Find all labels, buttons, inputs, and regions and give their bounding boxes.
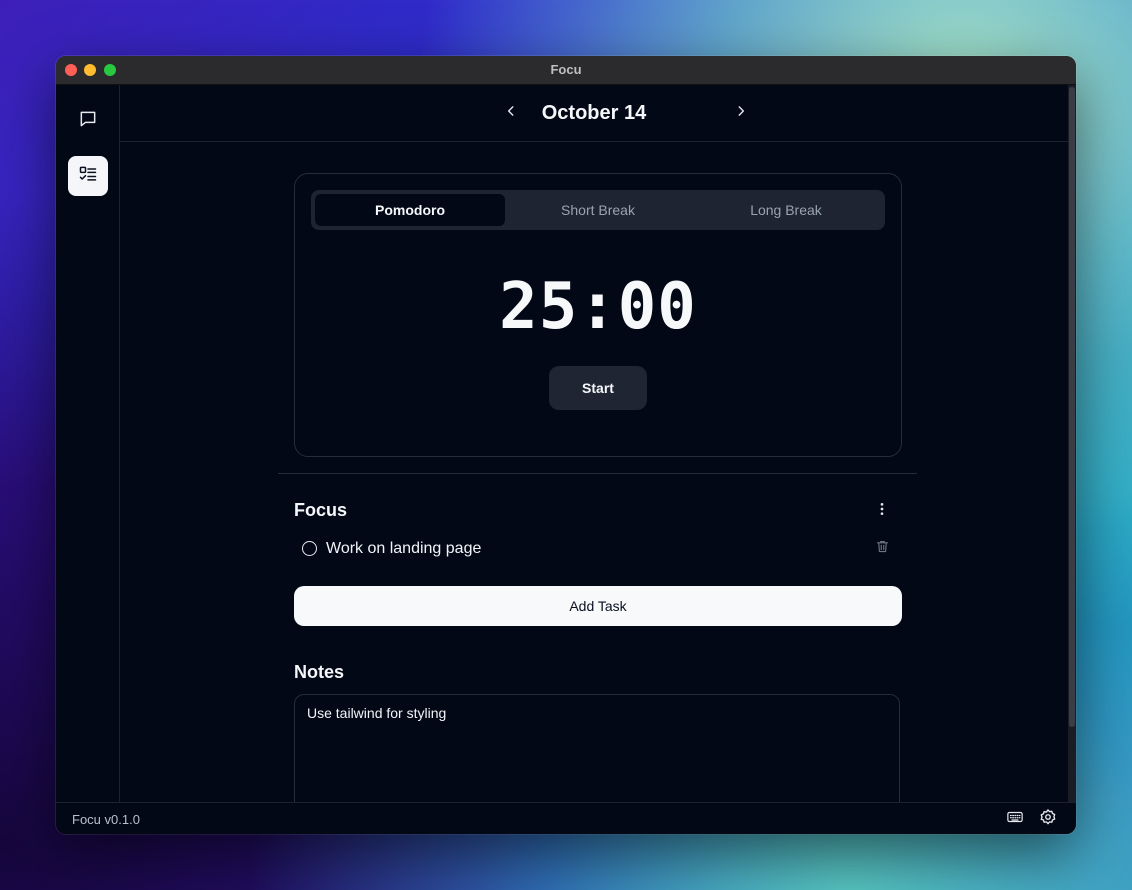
status-bar: Focu v0.1.0	[56, 802, 1076, 834]
timer-display: 25:00	[499, 270, 697, 344]
title-bar: Focu	[56, 56, 1076, 85]
task-label: Work on landing page	[326, 540, 482, 557]
timer-mode-tabs: Pomodoro Short Break Long Break	[311, 190, 885, 230]
chat-icon	[78, 109, 98, 134]
next-day-button[interactable]	[729, 101, 753, 125]
date-header: October 14	[120, 85, 1068, 142]
scrollbar-thumb[interactable]	[1069, 87, 1075, 727]
sidebar-item-chat[interactable]	[68, 101, 108, 141]
chevron-right-icon	[734, 104, 748, 123]
delete-task-button[interactable]	[870, 537, 894, 561]
focus-title: Focus	[294, 500, 348, 520]
main-content: October 14 Pomodoro Short Break Long Bre…	[120, 85, 1068, 803]
tab-pomodoro[interactable]: Pomodoro	[315, 194, 505, 226]
scrollbar[interactable]	[1068, 85, 1076, 803]
version-label: Focu v0.1.0	[72, 812, 140, 827]
task-checkbox[interactable]	[302, 541, 317, 556]
keyboard-shortcuts-button[interactable]	[1005, 809, 1025, 829]
tab-short-break[interactable]: Short Break	[503, 194, 693, 226]
start-button[interactable]: Start	[549, 366, 647, 410]
notes-textarea[interactable]: Use tailwind for styling	[294, 694, 900, 803]
timer-card: Pomodoro Short Break Long Break 25:00 St…	[294, 173, 902, 457]
sidebar	[56, 85, 120, 803]
more-vertical-icon	[874, 501, 890, 522]
window-title: Focu	[550, 62, 582, 77]
sidebar-item-tasks[interactable]	[68, 156, 108, 196]
settings-icon	[1039, 808, 1057, 831]
settings-button[interactable]	[1038, 808, 1058, 831]
section-divider	[278, 473, 917, 474]
date-title: October 14	[541, 102, 647, 124]
trash-icon	[875, 539, 890, 559]
app-window: Focu October 14 Pomodoro Short Break Lon…	[56, 56, 1076, 834]
notes-title: Notes	[294, 662, 345, 682]
tab-long-break[interactable]: Long Break	[691, 194, 881, 226]
add-task-button[interactable]: Add Task	[294, 586, 902, 626]
task-item: Work on landing page	[294, 535, 900, 565]
checklist-icon	[78, 164, 98, 189]
focus-menu-button[interactable]	[870, 499, 894, 523]
keyboard-icon	[1006, 808, 1024, 831]
